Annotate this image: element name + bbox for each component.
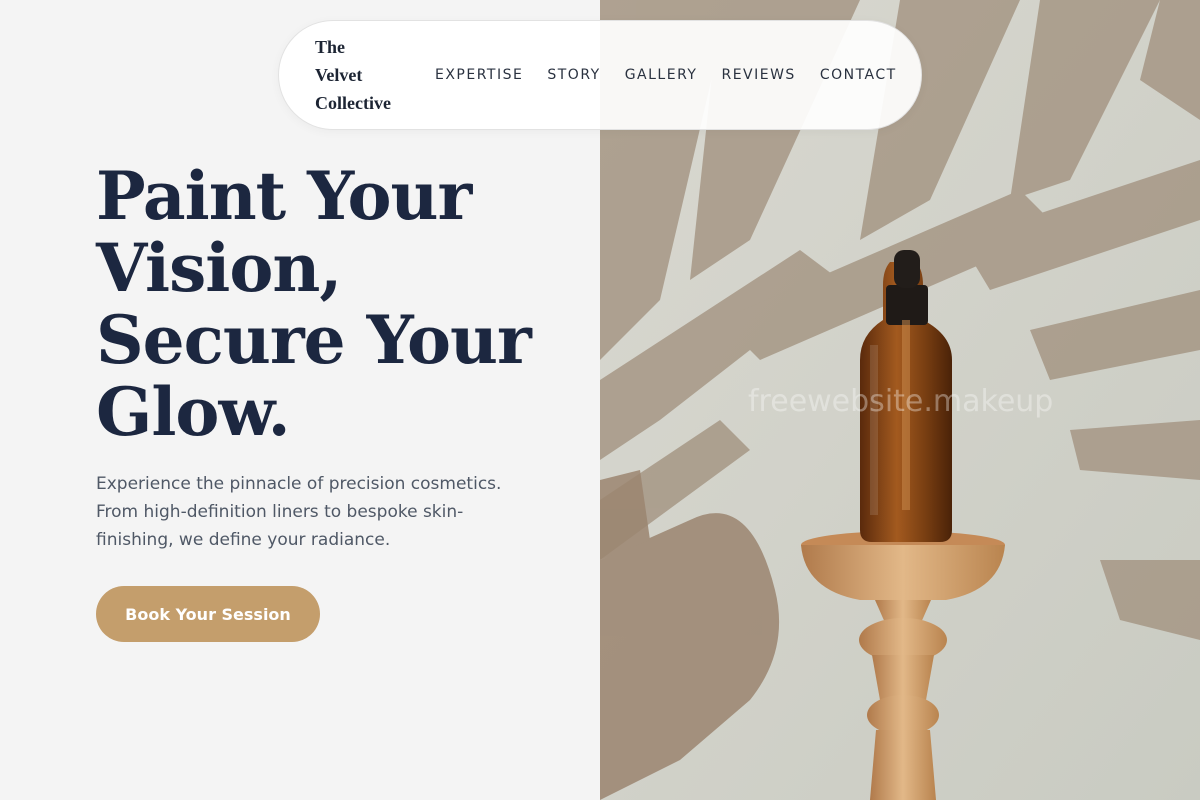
brand-line: The — [315, 37, 346, 57]
brand-line: Collective — [315, 93, 391, 113]
nav-links: EXPERTISE STORY GALLERY REVIEWS CONTACT — [435, 67, 921, 83]
nav-link-story[interactable]: STORY — [547, 67, 600, 83]
watermark-text: freewebsite.makeup — [748, 384, 1054, 419]
nav-link-gallery[interactable]: GALLERY — [625, 67, 698, 83]
hero-subtitle: Experience the pinnacle of precision cos… — [96, 474, 502, 550]
hero-title-line: Glow. — [96, 373, 291, 451]
nav-link-contact[interactable]: CONTACT — [820, 67, 897, 83]
hero-title-line: Paint Your — [96, 157, 472, 235]
top-navigation: The Velvet Collective EXPERTISE STORY GA… — [278, 20, 922, 130]
brand-logo[interactable]: The Velvet Collective — [315, 33, 411, 117]
book-session-button[interactable]: Book Your Session — [96, 586, 320, 642]
hero-title-line: Vision, — [96, 229, 342, 307]
hero-title-line: Secure Your — [96, 301, 532, 379]
brand-line: Velvet — [315, 65, 363, 85]
nav-link-expertise[interactable]: EXPERTISE — [435, 67, 523, 83]
hero-title: Paint Your Vision, Secure Your Glow. — [96, 160, 566, 448]
nav-link-reviews[interactable]: REVIEWS — [721, 67, 795, 83]
